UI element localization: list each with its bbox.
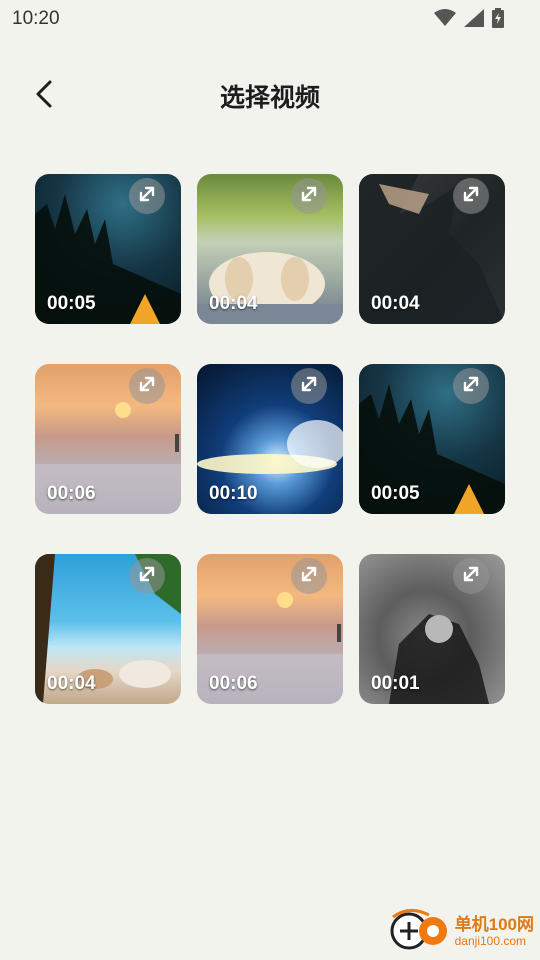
expand-icon [461, 564, 481, 589]
expand-icon [137, 564, 157, 589]
video-duration: 00:04 [371, 293, 420, 314]
expand-icon [299, 564, 319, 589]
video-thumbnail[interactable]: 00:04 [197, 174, 343, 324]
video-duration: 00:06 [209, 673, 258, 694]
video-duration: 00:04 [209, 293, 258, 314]
video-duration: 00:04 [47, 673, 96, 694]
expand-button[interactable] [453, 368, 489, 404]
page-title: 选择视频 [219, 83, 320, 112]
status-icons [434, 8, 504, 28]
expand-button[interactable] [291, 558, 327, 594]
video-duration: 00:05 [47, 293, 96, 314]
video-duration: 00:05 [371, 483, 420, 504]
watermark-text: 单机100网 danji100.com [455, 916, 534, 947]
expand-button[interactable] [129, 178, 165, 214]
watermark-main: 单机100网 [454, 915, 534, 934]
video-thumbnail[interactable]: 00:05 [359, 364, 505, 514]
video-thumbnail[interactable]: 00:04 [35, 554, 181, 704]
expand-button[interactable] [453, 558, 489, 594]
video-thumbnail[interactable]: 00:10 [197, 364, 343, 514]
expand-button[interactable] [291, 178, 327, 214]
expand-button[interactable] [453, 178, 489, 214]
expand-button[interactable] [129, 558, 165, 594]
wifi-icon [434, 9, 456, 27]
expand-icon [299, 184, 319, 209]
status-bar: 10:20 [0, 0, 540, 36]
video-thumbnail[interactable]: 00:01 [359, 554, 505, 704]
expand-button[interactable] [129, 368, 165, 404]
expand-icon [299, 374, 319, 399]
video-duration: 00:10 [209, 483, 258, 504]
watermark: 单机100网 danji100.com [389, 907, 534, 956]
header: 选择视频 [0, 60, 540, 130]
video-thumbnail[interactable]: 00:04 [359, 174, 505, 324]
expand-button[interactable] [291, 368, 327, 404]
watermark-sub: danji100.com [454, 934, 527, 948]
video-thumbnail[interactable]: 00:05 [35, 174, 181, 324]
expand-icon [137, 374, 157, 399]
video-duration: 00:01 [371, 673, 420, 694]
watermark-logo-icon [389, 907, 451, 956]
expand-icon [461, 374, 481, 399]
status-time: 10:20 [12, 8, 60, 29]
video-grid: 00:05 00:04 00:04 00:06 00:10 00:05 00:0… [35, 174, 505, 704]
battery-icon [492, 8, 504, 28]
video-thumbnail[interactable]: 00:06 [35, 364, 181, 514]
video-thumbnail[interactable]: 00:06 [197, 554, 343, 704]
expand-icon [137, 184, 157, 209]
expand-icon [461, 184, 481, 209]
cellular-signal-icon [464, 9, 484, 27]
video-duration: 00:06 [47, 483, 96, 504]
